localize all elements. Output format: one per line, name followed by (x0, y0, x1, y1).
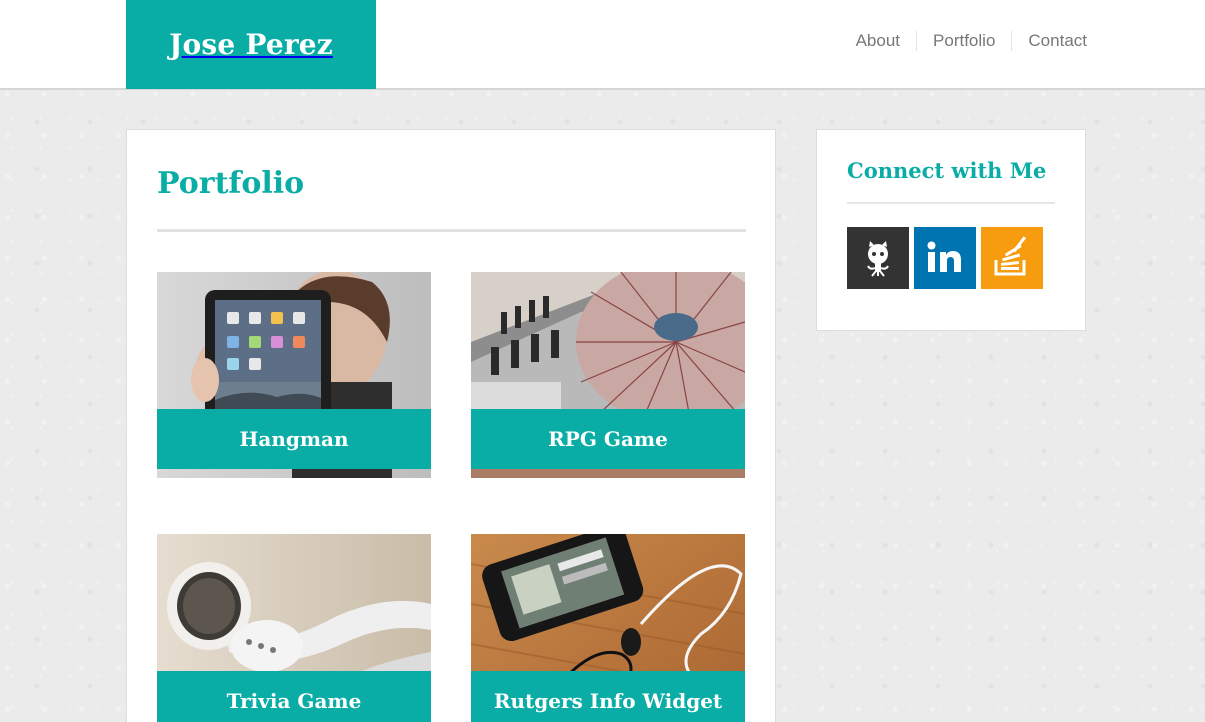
project-title: Rutgers Info Widget (493, 689, 723, 713)
project-tile-trivia-game[interactable]: Trivia Game (157, 534, 431, 722)
linkedin-icon (927, 241, 961, 272)
project-title: Hangman (239, 427, 349, 451)
github-link[interactable] (847, 227, 909, 289)
project-tile-rpg-game[interactable]: RPG Game (471, 272, 745, 478)
github-icon (867, 241, 889, 277)
site-header: Jose Perez About Portfolio Contact (0, 0, 1205, 90)
brand-name: Jose Perez (169, 28, 333, 61)
project-tile-rutgers-info-widget[interactable]: Rutgers Info Widget (471, 534, 745, 722)
project-tile-hangman[interactable]: Hangman (157, 272, 431, 478)
stackoverflow-icon (994, 236, 1027, 276)
connect-divider (847, 202, 1055, 204)
connect-panel: Connect with Me (816, 129, 1086, 331)
stackoverflow-link[interactable] (981, 227, 1043, 289)
nav-link-contact[interactable]: Contact (1011, 31, 1087, 51)
title-divider (157, 229, 746, 232)
main-nav: About Portfolio Contact (840, 31, 1087, 51)
connect-title: Connect with Me (847, 158, 1047, 183)
brand-logo[interactable]: Jose Perez (126, 0, 376, 89)
page-title: Portfolio (157, 166, 305, 201)
project-caption: Rutgers Info Widget (471, 671, 745, 722)
project-title: RPG Game (548, 427, 668, 451)
linkedin-link[interactable] (914, 227, 976, 289)
project-title: Trivia Game (226, 689, 362, 713)
portfolio-panel: Portfolio Hangman RPG Game Trivia Game R… (126, 129, 776, 722)
nav-link-about[interactable]: About (840, 31, 916, 51)
project-caption: RPG Game (471, 409, 745, 469)
project-caption: Trivia Game (157, 671, 431, 722)
nav-link-portfolio[interactable]: Portfolio (916, 31, 1011, 51)
project-caption: Hangman (157, 409, 431, 469)
